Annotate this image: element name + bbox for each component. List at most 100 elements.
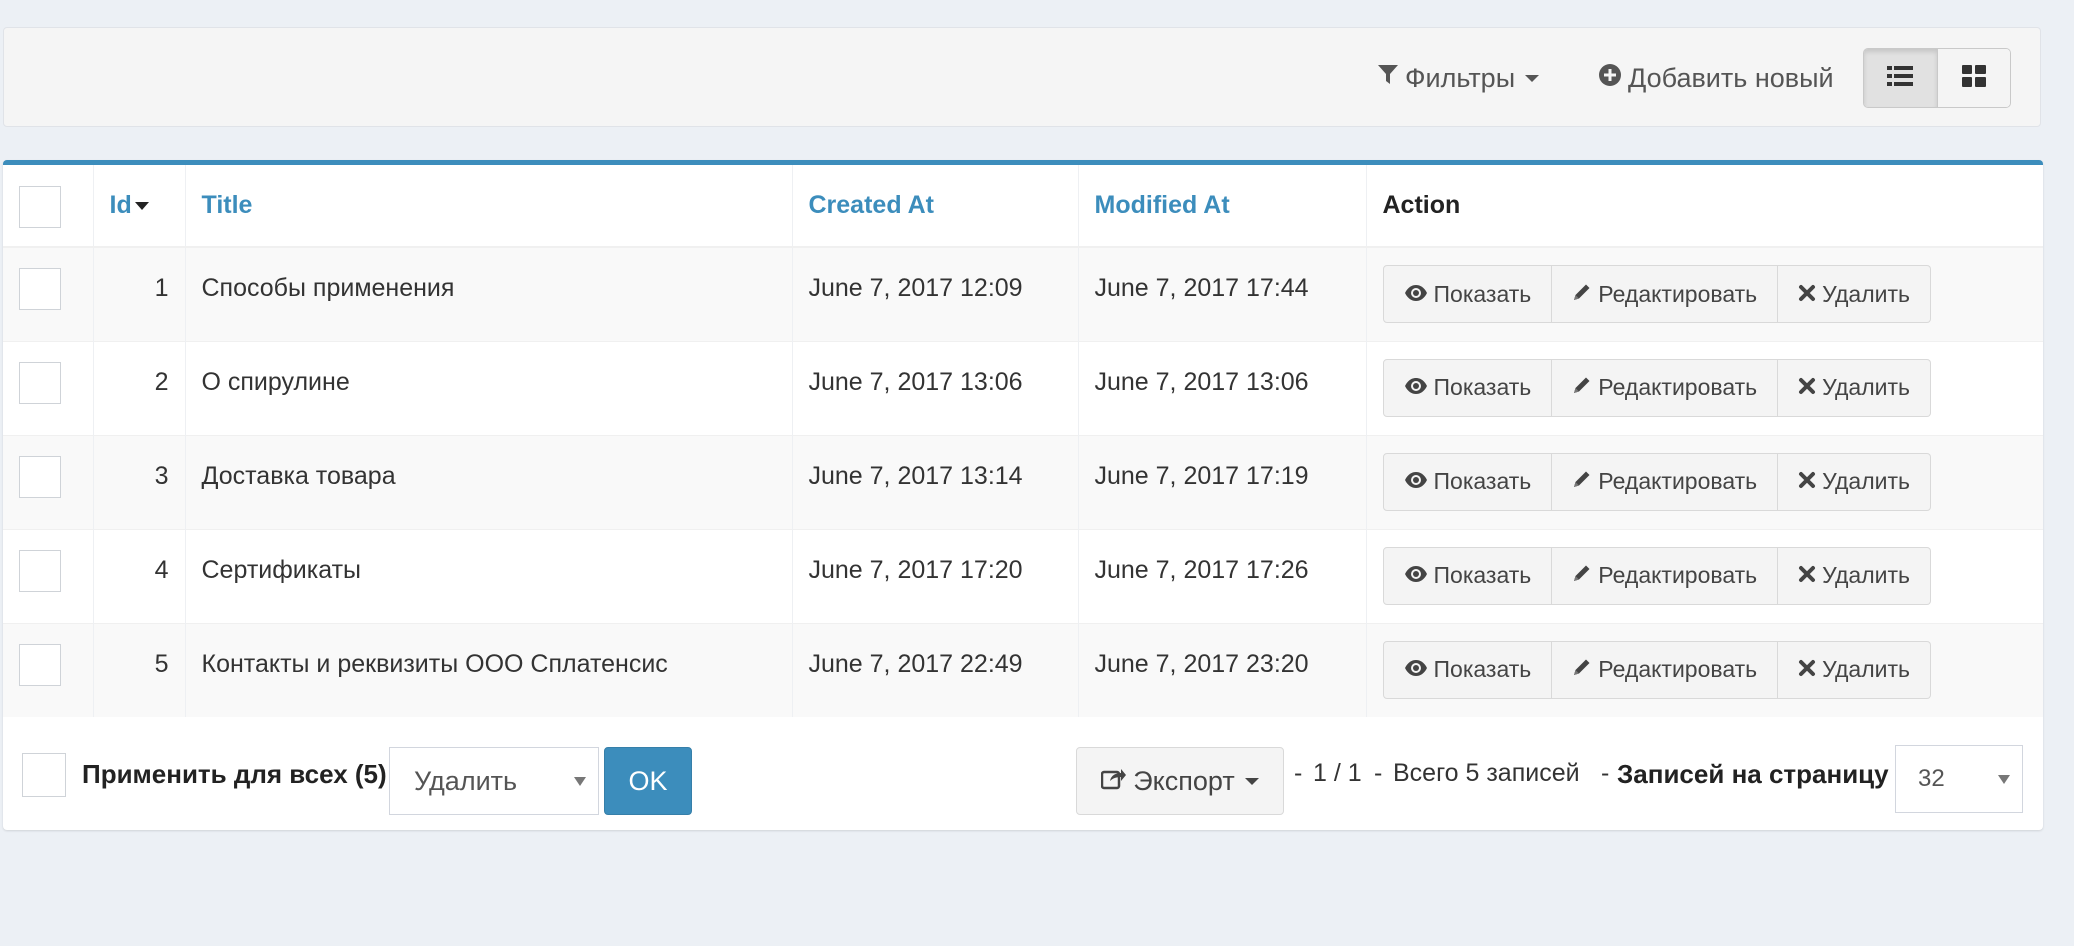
chevron-down-icon — [574, 777, 586, 786]
apply-all-label: Применить для всех (5) — [82, 759, 387, 789]
edit-button[interactable]: Редактировать — [1552, 640, 1779, 699]
row-checkbox[interactable] — [19, 455, 61, 498]
close-icon — [1798, 562, 1822, 589]
show-button[interactable]: Показать — [1382, 640, 1553, 699]
row-id: 1 — [93, 246, 186, 341]
chevron-down-icon — [1244, 777, 1259, 785]
edit-button[interactable]: Редактировать — [1552, 265, 1779, 323]
pencil-icon — [1572, 374, 1598, 401]
column-header-id-label: Id — [109, 191, 132, 219]
row-id: 5 — [93, 622, 186, 717]
list-box: Id Title Created At Modified At Action 1… — [3, 160, 2043, 830]
edit-button[interactable]: Редактировать — [1552, 358, 1779, 417]
column-header-action: Action — [1366, 165, 2043, 248]
pencil-icon — [1572, 468, 1598, 495]
row-title: О спирулине — [185, 340, 793, 435]
row-created-at: June 7, 2017 22:49 — [792, 622, 1079, 717]
row-title: Доставка товара — [185, 434, 793, 529]
row-checkbox[interactable] — [19, 549, 61, 592]
row-select-cell — [3, 622, 94, 717]
grid-view-button[interactable] — [1937, 49, 2010, 107]
row-modified-at: June 7, 2017 17:19 — [1078, 434, 1367, 529]
row-actions: Показать Редактировать Удалить — [1366, 246, 2043, 341]
show-button[interactable]: Показать — [1382, 265, 1553, 323]
records-table: Id Title Created At Modified At Action 1… — [3, 165, 2043, 717]
page-info: 1 / 1 — [1313, 759, 1362, 787]
show-button[interactable]: Показать — [1382, 546, 1553, 605]
row-modified-at: June 7, 2017 17:44 — [1078, 246, 1367, 341]
filters-dropdown[interactable]: Фильтры — [1377, 28, 1540, 128]
plus-circle-icon — [1598, 63, 1628, 94]
column-header-id[interactable]: Id — [93, 165, 186, 248]
delete-button[interactable]: Удалить — [1778, 358, 1931, 417]
show-label: Показать — [1433, 468, 1532, 494]
table-row: 4 Сертификаты June 7, 2017 17:20 June 7, 20… — [3, 528, 2043, 623]
apply-all-checkbox[interactable] — [22, 753, 66, 797]
row-id: 4 — [93, 528, 186, 623]
list-toolbar: Фильтры Добавить новый — [3, 27, 2041, 127]
add-new-button[interactable]: Добавить новый — [1598, 28, 1834, 128]
eye-icon — [1404, 468, 1434, 495]
delete-button[interactable]: Удалить — [1778, 640, 1931, 699]
pager-separator: - — [1601, 759, 1610, 787]
column-header-created-at[interactable]: Created At — [792, 165, 1079, 248]
delete-button[interactable]: Удалить — [1778, 546, 1931, 605]
row-checkbox[interactable] — [19, 643, 61, 686]
per-page-select[interactable]: 32 — [1895, 745, 2023, 813]
export-dropdown[interactable]: Экспорт — [1076, 747, 1284, 815]
row-select-cell — [3, 434, 94, 529]
show-label: Показать — [1433, 656, 1532, 682]
row-title: Контакты и реквизиты ООО Сплатенсис — [185, 622, 793, 717]
row-modified-at: June 7, 2017 13:06 — [1078, 340, 1367, 435]
show-button[interactable]: Показать — [1382, 358, 1553, 417]
edit-label: Редактировать — [1598, 280, 1758, 307]
delete-label: Удалить — [1822, 468, 1910, 494]
show-button[interactable]: Показать — [1382, 452, 1553, 511]
batch-footer: Применить для всех (5) Удалить OK Экспор… — [3, 725, 2043, 835]
export-label: Экспорт — [1133, 765, 1235, 796]
row-created-at: June 7, 2017 12:09 — [792, 246, 1079, 341]
filter-icon — [1377, 63, 1405, 94]
row-created-at: June 7, 2017 17:20 — [792, 528, 1079, 623]
share-square-icon — [1101, 766, 1127, 797]
delete-label: Удалить — [1822, 562, 1910, 588]
filters-label: Фильтры — [1405, 62, 1516, 93]
edit-button[interactable]: Редактировать — [1552, 452, 1779, 511]
eye-icon — [1404, 374, 1434, 401]
pager-separator: - — [1374, 759, 1383, 787]
batch-action-select[interactable]: Удалить — [389, 747, 599, 815]
chevron-down-icon — [1525, 74, 1540, 82]
close-icon — [1798, 281, 1822, 308]
row-select-cell — [3, 528, 94, 623]
select-all-checkbox[interactable] — [19, 185, 61, 228]
edit-label: Редактировать — [1598, 374, 1758, 400]
list-view-button[interactable] — [1864, 49, 1938, 107]
delete-button[interactable]: Удалить — [1778, 452, 1931, 511]
row-select-cell — [3, 340, 94, 435]
row-action-group: Показать Редактировать Удалить — [1382, 452, 1931, 511]
column-header-title[interactable]: Title — [185, 165, 793, 248]
batch-action-value: Удалить — [414, 765, 518, 796]
pager-separator: - — [1294, 759, 1303, 787]
edit-label: Редактировать — [1598, 656, 1758, 682]
row-checkbox[interactable] — [19, 361, 61, 404]
delete-button[interactable]: Удалить — [1778, 265, 1931, 323]
row-title: Сертификаты — [185, 528, 793, 623]
column-header-modified-at[interactable]: Modified At — [1078, 165, 1367, 248]
edit-button[interactable]: Редактировать — [1552, 546, 1779, 605]
per-page-value: 32 — [1918, 765, 1945, 792]
eye-icon — [1404, 281, 1434, 308]
row-id: 2 — [93, 340, 186, 435]
eye-icon — [1404, 562, 1434, 589]
ok-button[interactable]: OK — [604, 747, 692, 815]
show-label: Показать — [1433, 374, 1532, 400]
row-actions: Показать Редактировать Удалить — [1366, 434, 2043, 529]
row-actions: Показать Редактировать Удалить — [1366, 622, 2043, 717]
row-select-cell — [3, 246, 94, 341]
row-checkbox[interactable] — [19, 268, 61, 310]
table-row: 5 Контакты и реквизиты ООО Сплатенсис June… — [3, 622, 2043, 717]
sort-desc-icon — [134, 202, 149, 211]
table-header-row: Id Title Created At Modified At Action — [3, 165, 2043, 248]
grid-icon — [1961, 64, 1986, 92]
add-new-label: Добавить новый — [1628, 62, 1834, 93]
